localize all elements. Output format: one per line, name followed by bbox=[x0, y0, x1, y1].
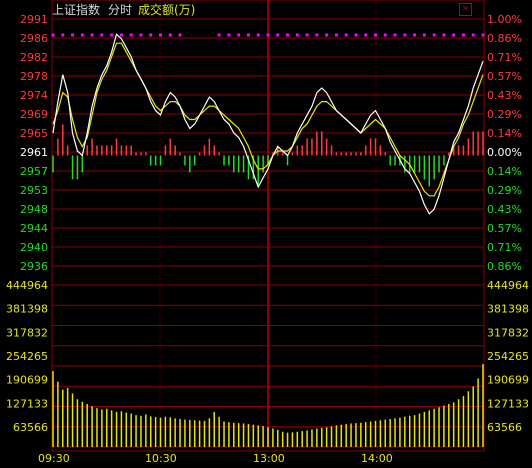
percent-tick-label: 0.86% bbox=[487, 260, 522, 273]
percent-tick-label: 0.71% bbox=[487, 51, 522, 64]
magenta-marker bbox=[432, 33, 436, 37]
magenta-marker bbox=[227, 33, 231, 37]
magenta-marker bbox=[354, 33, 358, 37]
magenta-marker bbox=[178, 33, 182, 37]
time-tick-label: 10:30 bbox=[145, 452, 177, 465]
percent-tick-label: 0.29% bbox=[487, 108, 522, 121]
price-tick-label: 2936 bbox=[20, 260, 48, 273]
magenta-marker bbox=[129, 33, 133, 37]
intraday-chart: 2991 2986 2982 2978 2974 2969 2965 2961 2957 2953… bbox=[6, 0, 529, 465]
volume-tick-label: 317832 bbox=[487, 326, 529, 339]
magenta-marker bbox=[422, 33, 426, 37]
percent-tick-label: 1.00% bbox=[487, 13, 522, 26]
magenta-marker bbox=[80, 33, 84, 37]
magenta-marker bbox=[481, 33, 485, 37]
percent-tick-label: 0.86% bbox=[487, 32, 522, 45]
volume-tick-label: 254265 bbox=[487, 350, 529, 363]
magenta-marker bbox=[461, 33, 465, 37]
volume-tick-label: 127133 bbox=[487, 397, 529, 410]
price-tick-label: 2953 bbox=[20, 184, 48, 197]
magenta-marker bbox=[266, 33, 270, 37]
magenta-marker bbox=[325, 33, 329, 37]
volume-tick-label: 444964 bbox=[6, 279, 48, 292]
magenta-marker bbox=[442, 33, 446, 37]
magenta-marker bbox=[168, 33, 172, 37]
magenta-marker bbox=[149, 33, 153, 37]
price-tick-label: 2940 bbox=[20, 241, 48, 254]
chart-grid bbox=[51, 0, 485, 452]
close-button[interactable]: × bbox=[459, 3, 472, 16]
volume-tick-label: 317832 bbox=[6, 326, 48, 339]
magenta-marker bbox=[246, 33, 250, 37]
price-tick-label: 2948 bbox=[20, 203, 48, 216]
magenta-marker bbox=[305, 33, 309, 37]
magenta-marker bbox=[90, 33, 94, 37]
magenta-marker bbox=[413, 33, 417, 37]
magenta-marker bbox=[344, 33, 348, 37]
index-title: 上证指数 bbox=[52, 3, 101, 17]
volume-tick-label: 381398 bbox=[487, 303, 529, 316]
magenta-marker bbox=[71, 33, 75, 37]
magenta-marker bbox=[452, 33, 456, 37]
magenta-marker bbox=[51, 33, 55, 37]
magenta-marker bbox=[315, 33, 319, 37]
magenta-marker bbox=[295, 33, 299, 37]
volume-tick-label: 190699 bbox=[6, 374, 48, 387]
magenta-marker bbox=[383, 33, 387, 37]
magenta-marker bbox=[364, 33, 368, 37]
price-tick-label: 2991 bbox=[20, 13, 48, 26]
chart-mode[interactable]: 分时 bbox=[108, 2, 132, 18]
volume-tick-label: 63566 bbox=[487, 421, 522, 434]
volume-tick-label: 381398 bbox=[6, 303, 48, 316]
time-tick-label: 13:00 bbox=[253, 452, 285, 465]
volume-tick-label: 190699 bbox=[487, 374, 529, 387]
percent-tick-label: 0.29% bbox=[487, 184, 522, 197]
volume-label: 成交额(万) bbox=[138, 3, 196, 17]
percent-tick-label: 0.00% bbox=[487, 146, 522, 159]
magenta-marker bbox=[471, 33, 475, 37]
percent-tick-label: 0.43% bbox=[487, 89, 522, 102]
price-tick-label: 2978 bbox=[20, 70, 48, 83]
magenta-marker bbox=[393, 33, 397, 37]
percent-tick-label: 0.71% bbox=[487, 241, 522, 254]
percent-axis: 1.00% 0.86% 0.71% 0.57% 0.43% 0.29% 0.14% 0.00%… bbox=[487, 13, 522, 273]
magenta-marker bbox=[217, 33, 221, 37]
volume-tick-label: 127133 bbox=[6, 397, 48, 410]
magenta-marker bbox=[237, 33, 241, 37]
magenta-marker bbox=[61, 33, 65, 37]
percent-tick-label: 0.14% bbox=[487, 165, 522, 178]
magenta-marker bbox=[110, 33, 114, 37]
percent-tick-label: 0.43% bbox=[487, 203, 522, 216]
price-tick-label: 2974 bbox=[20, 89, 48, 102]
magenta-marker bbox=[119, 33, 123, 37]
time-tick-label: 14:00 bbox=[361, 452, 393, 465]
volume-tick-label: 444964 bbox=[487, 279, 529, 292]
magenta-marker bbox=[276, 33, 280, 37]
magenta-marker bbox=[334, 33, 338, 37]
price-tick-label: 2982 bbox=[20, 51, 48, 64]
magenta-marker bbox=[159, 33, 162, 37]
volume-tick-label: 63566 bbox=[13, 421, 48, 434]
percent-tick-label: 0.57% bbox=[487, 222, 522, 235]
price-axis: 2991 2986 2982 2978 2974 2969 2965 2961 2957 2953… bbox=[20, 13, 48, 273]
price-tick-label: 2944 bbox=[20, 222, 48, 235]
price-tick-label: 2986 bbox=[20, 32, 48, 45]
time-axis: 09:30 10:30 13:00 14:00 bbox=[38, 452, 393, 465]
percent-tick-label: 0.14% bbox=[487, 127, 522, 140]
price-tick-label: 2961 bbox=[20, 146, 48, 159]
price-tick-label: 2969 bbox=[20, 108, 48, 121]
magenta-marker bbox=[100, 33, 104, 37]
time-tick-label: 09:30 bbox=[38, 452, 70, 465]
magenta-marker bbox=[286, 33, 290, 37]
magenta-marker bbox=[374, 33, 377, 37]
price-tick-label: 2965 bbox=[20, 127, 48, 140]
percent-tick-label: 0.57% bbox=[487, 70, 522, 83]
price-tick-label: 2957 bbox=[20, 165, 48, 178]
magenta-marker bbox=[256, 33, 260, 37]
magenta-marker bbox=[403, 33, 407, 37]
volume-tick-label: 254265 bbox=[6, 350, 48, 363]
magenta-marker bbox=[139, 33, 143, 37]
